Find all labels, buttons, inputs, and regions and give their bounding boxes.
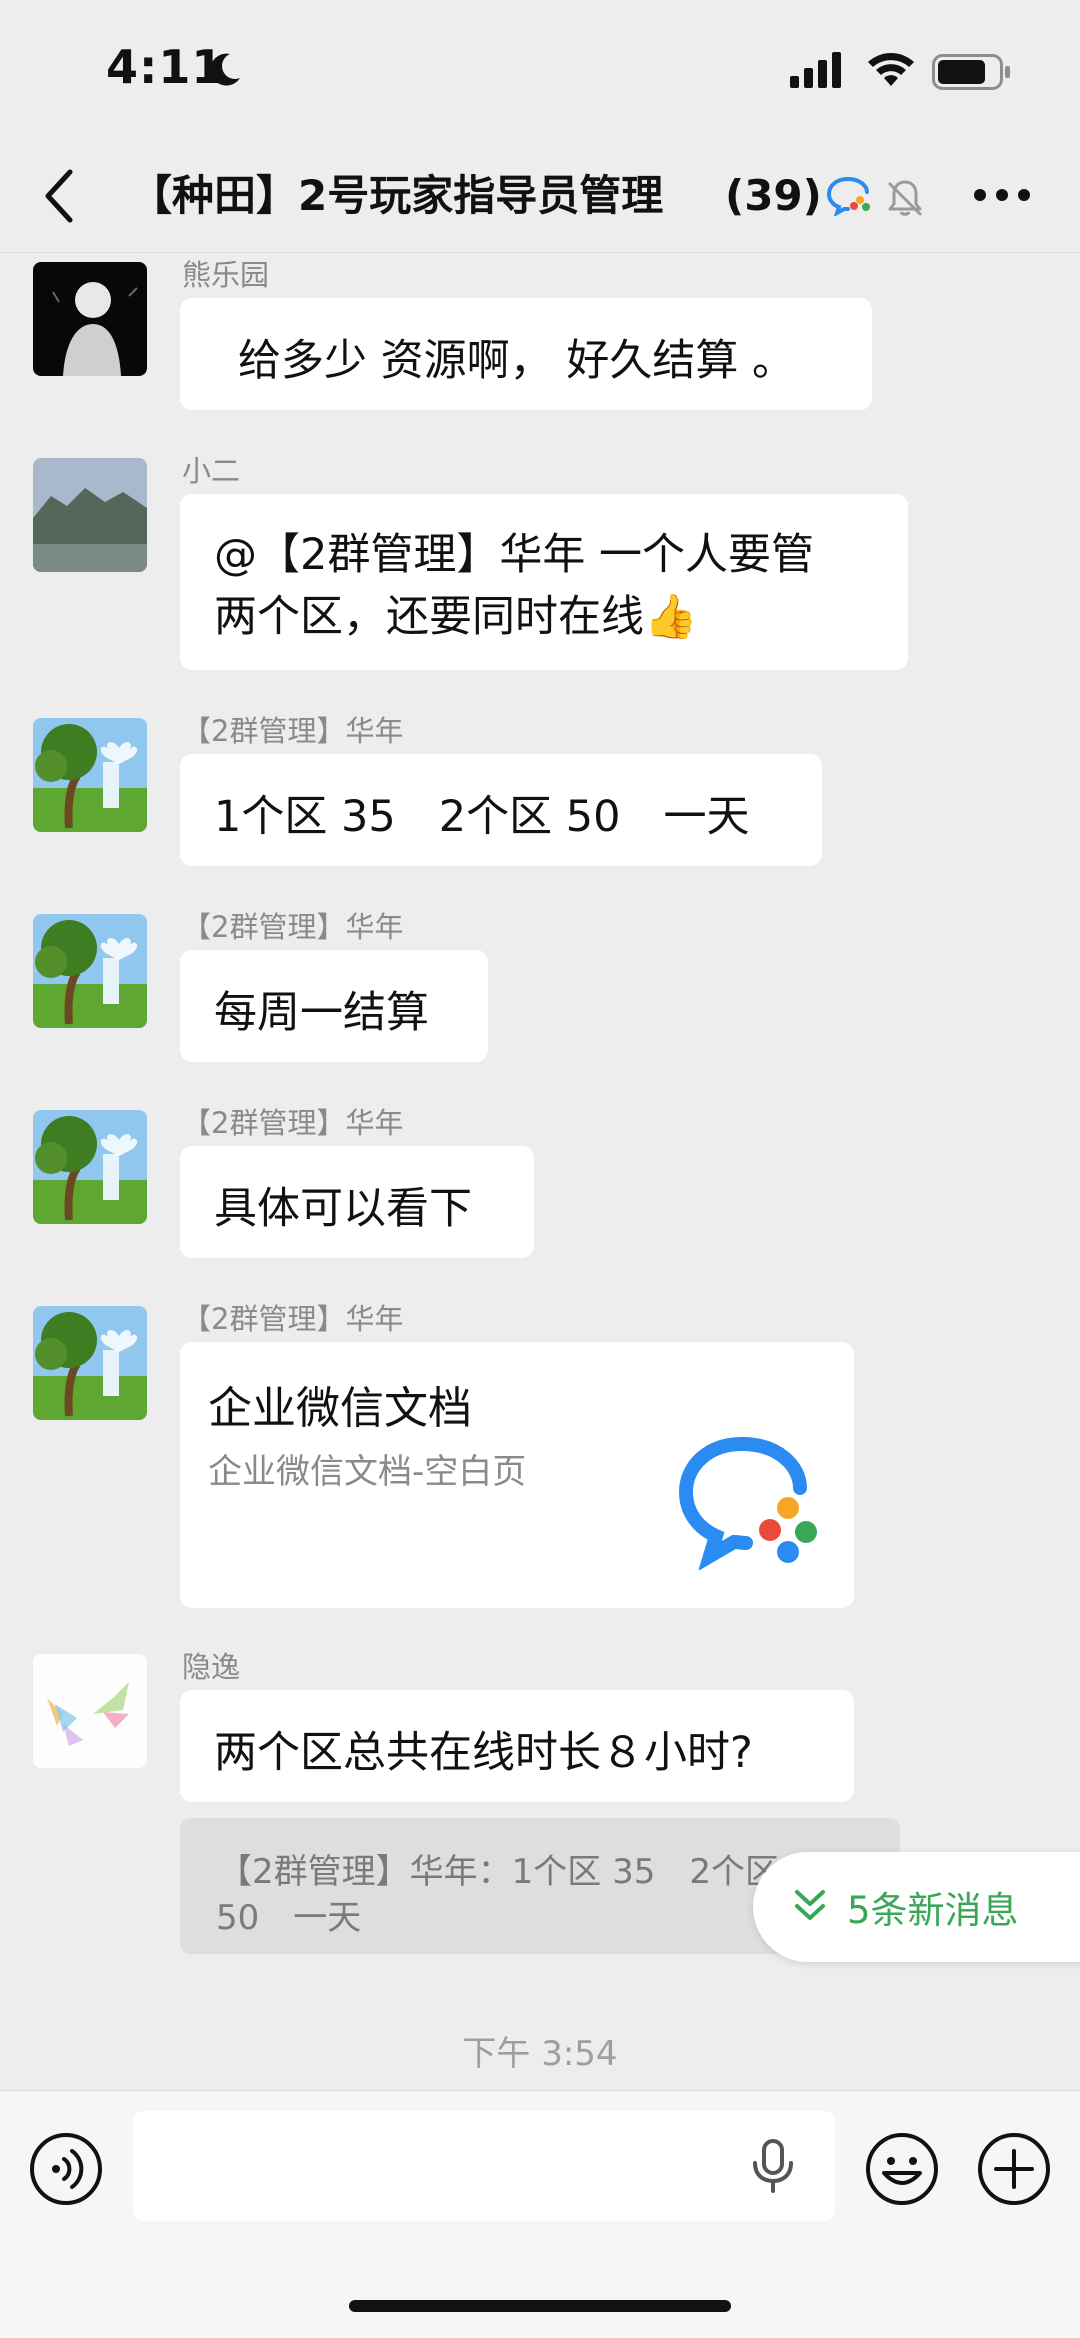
microphone-icon[interactable] <box>751 2139 795 2193</box>
wecom-doc-logo-icon <box>678 1437 817 1570</box>
double-chevron-down-icon <box>795 1890 825 1920</box>
mute-bell-icon <box>888 180 922 216</box>
quoted-text-line-1: 【2群管理】华年：1个区 35 2个区 <box>218 1852 779 1892</box>
sender-name: 【2群管理】华年 <box>182 910 404 944</box>
home-indicator <box>349 2300 731 2312</box>
message-text: 1个区 35 2个区 50 一天 <box>214 792 750 842</box>
message-bubble[interactable]: @【2群管理】华年 一个人要管 两个区，还要同时在线👍 <box>180 494 908 670</box>
mountain-avatar <box>33 458 147 572</box>
message-text-line-2: 两个区，还要同时在线👍 <box>214 592 698 642</box>
doc-card[interactable]: 企业微信文档 企业微信文档-空白页 <box>180 1342 854 1608</box>
message-text: 两个区总共在线时长８小时? <box>214 1728 753 1778</box>
wifi-icon <box>868 53 914 86</box>
rainbow-birds-avatar <box>33 1654 147 1768</box>
quoted-text-line-2: 50 一天 <box>216 1898 362 1938</box>
avatar[interactable] <box>33 1654 147 1768</box>
landscape-avatar <box>33 914 147 1028</box>
message-input[interactable] <box>133 2111 835 2221</box>
message-text: 给多少 资源啊， 好久结算 。 <box>238 336 796 386</box>
landscape-avatar <box>33 1110 147 1224</box>
new-messages-button[interactable]: 5条新消息 <box>753 1852 1080 1962</box>
avatar[interactable] <box>33 914 147 1028</box>
message-bubble[interactable]: 每周一结算 <box>180 950 488 1062</box>
avatar[interactable] <box>33 718 147 832</box>
sender-name: 【2群管理】华年 <box>182 714 404 748</box>
sender-name: 【2群管理】华年 <box>182 1302 404 1336</box>
landscape-avatar <box>33 718 147 832</box>
emoji-icon[interactable] <box>864 2131 940 2207</box>
message-bubble[interactable]: 给多少 资源啊， 好久结算 。 <box>180 298 872 410</box>
message-text: 具体可以看下 <box>214 1184 472 1234</box>
message-bubble[interactable]: 两个区总共在线时长８小时? <box>180 1690 854 1802</box>
message-text-line-1: @【2群管理】华年 一个人要管 <box>214 530 815 580</box>
avatar[interactable] <box>33 1306 147 1420</box>
doc-card-subtitle: 企业微信文档-空白页 <box>208 1452 527 1492</box>
wecom-badge-icon <box>826 177 870 216</box>
chat-header: 【种田】2号玩家指导员管理 (39) <box>0 140 1080 253</box>
member-count: (39) <box>725 171 822 220</box>
message-bubble[interactable]: 1个区 35 2个区 50 一天 <box>180 754 822 866</box>
message-text: 每周一结算 <box>214 988 429 1038</box>
avatar[interactable] <box>33 262 147 376</box>
cellular-signal-icon <box>790 52 841 88</box>
sender-name: 【2群管理】华年 <box>182 1106 404 1140</box>
status-bar: 4:11 <box>0 0 1080 140</box>
landscape-avatar <box>33 1306 147 1420</box>
back-chevron-icon[interactable] <box>40 166 80 226</box>
voice-input-icon[interactable] <box>28 2131 104 2207</box>
avatar[interactable] <box>33 458 147 572</box>
battery-icon <box>932 54 1010 90</box>
more-options-icon[interactable] <box>972 180 1032 210</box>
new-messages-label: 5条新消息 <box>847 1889 1019 1932</box>
message-bubble[interactable]: 具体可以看下 <box>180 1146 534 1258</box>
plus-icon[interactable] <box>976 2131 1052 2207</box>
dark-figure-avatar <box>33 262 147 376</box>
sender-name: 隐逸 <box>182 1650 241 1684</box>
doc-card-title: 企业微信文档 <box>208 1383 472 1434</box>
message-timestamp: 下午 3:54 <box>462 2034 618 2074</box>
sender-name: 熊乐园 <box>182 258 270 292</box>
avatar[interactable] <box>33 1110 147 1224</box>
moon-icon <box>210 53 240 86</box>
sender-name: 小二 <box>182 454 241 488</box>
